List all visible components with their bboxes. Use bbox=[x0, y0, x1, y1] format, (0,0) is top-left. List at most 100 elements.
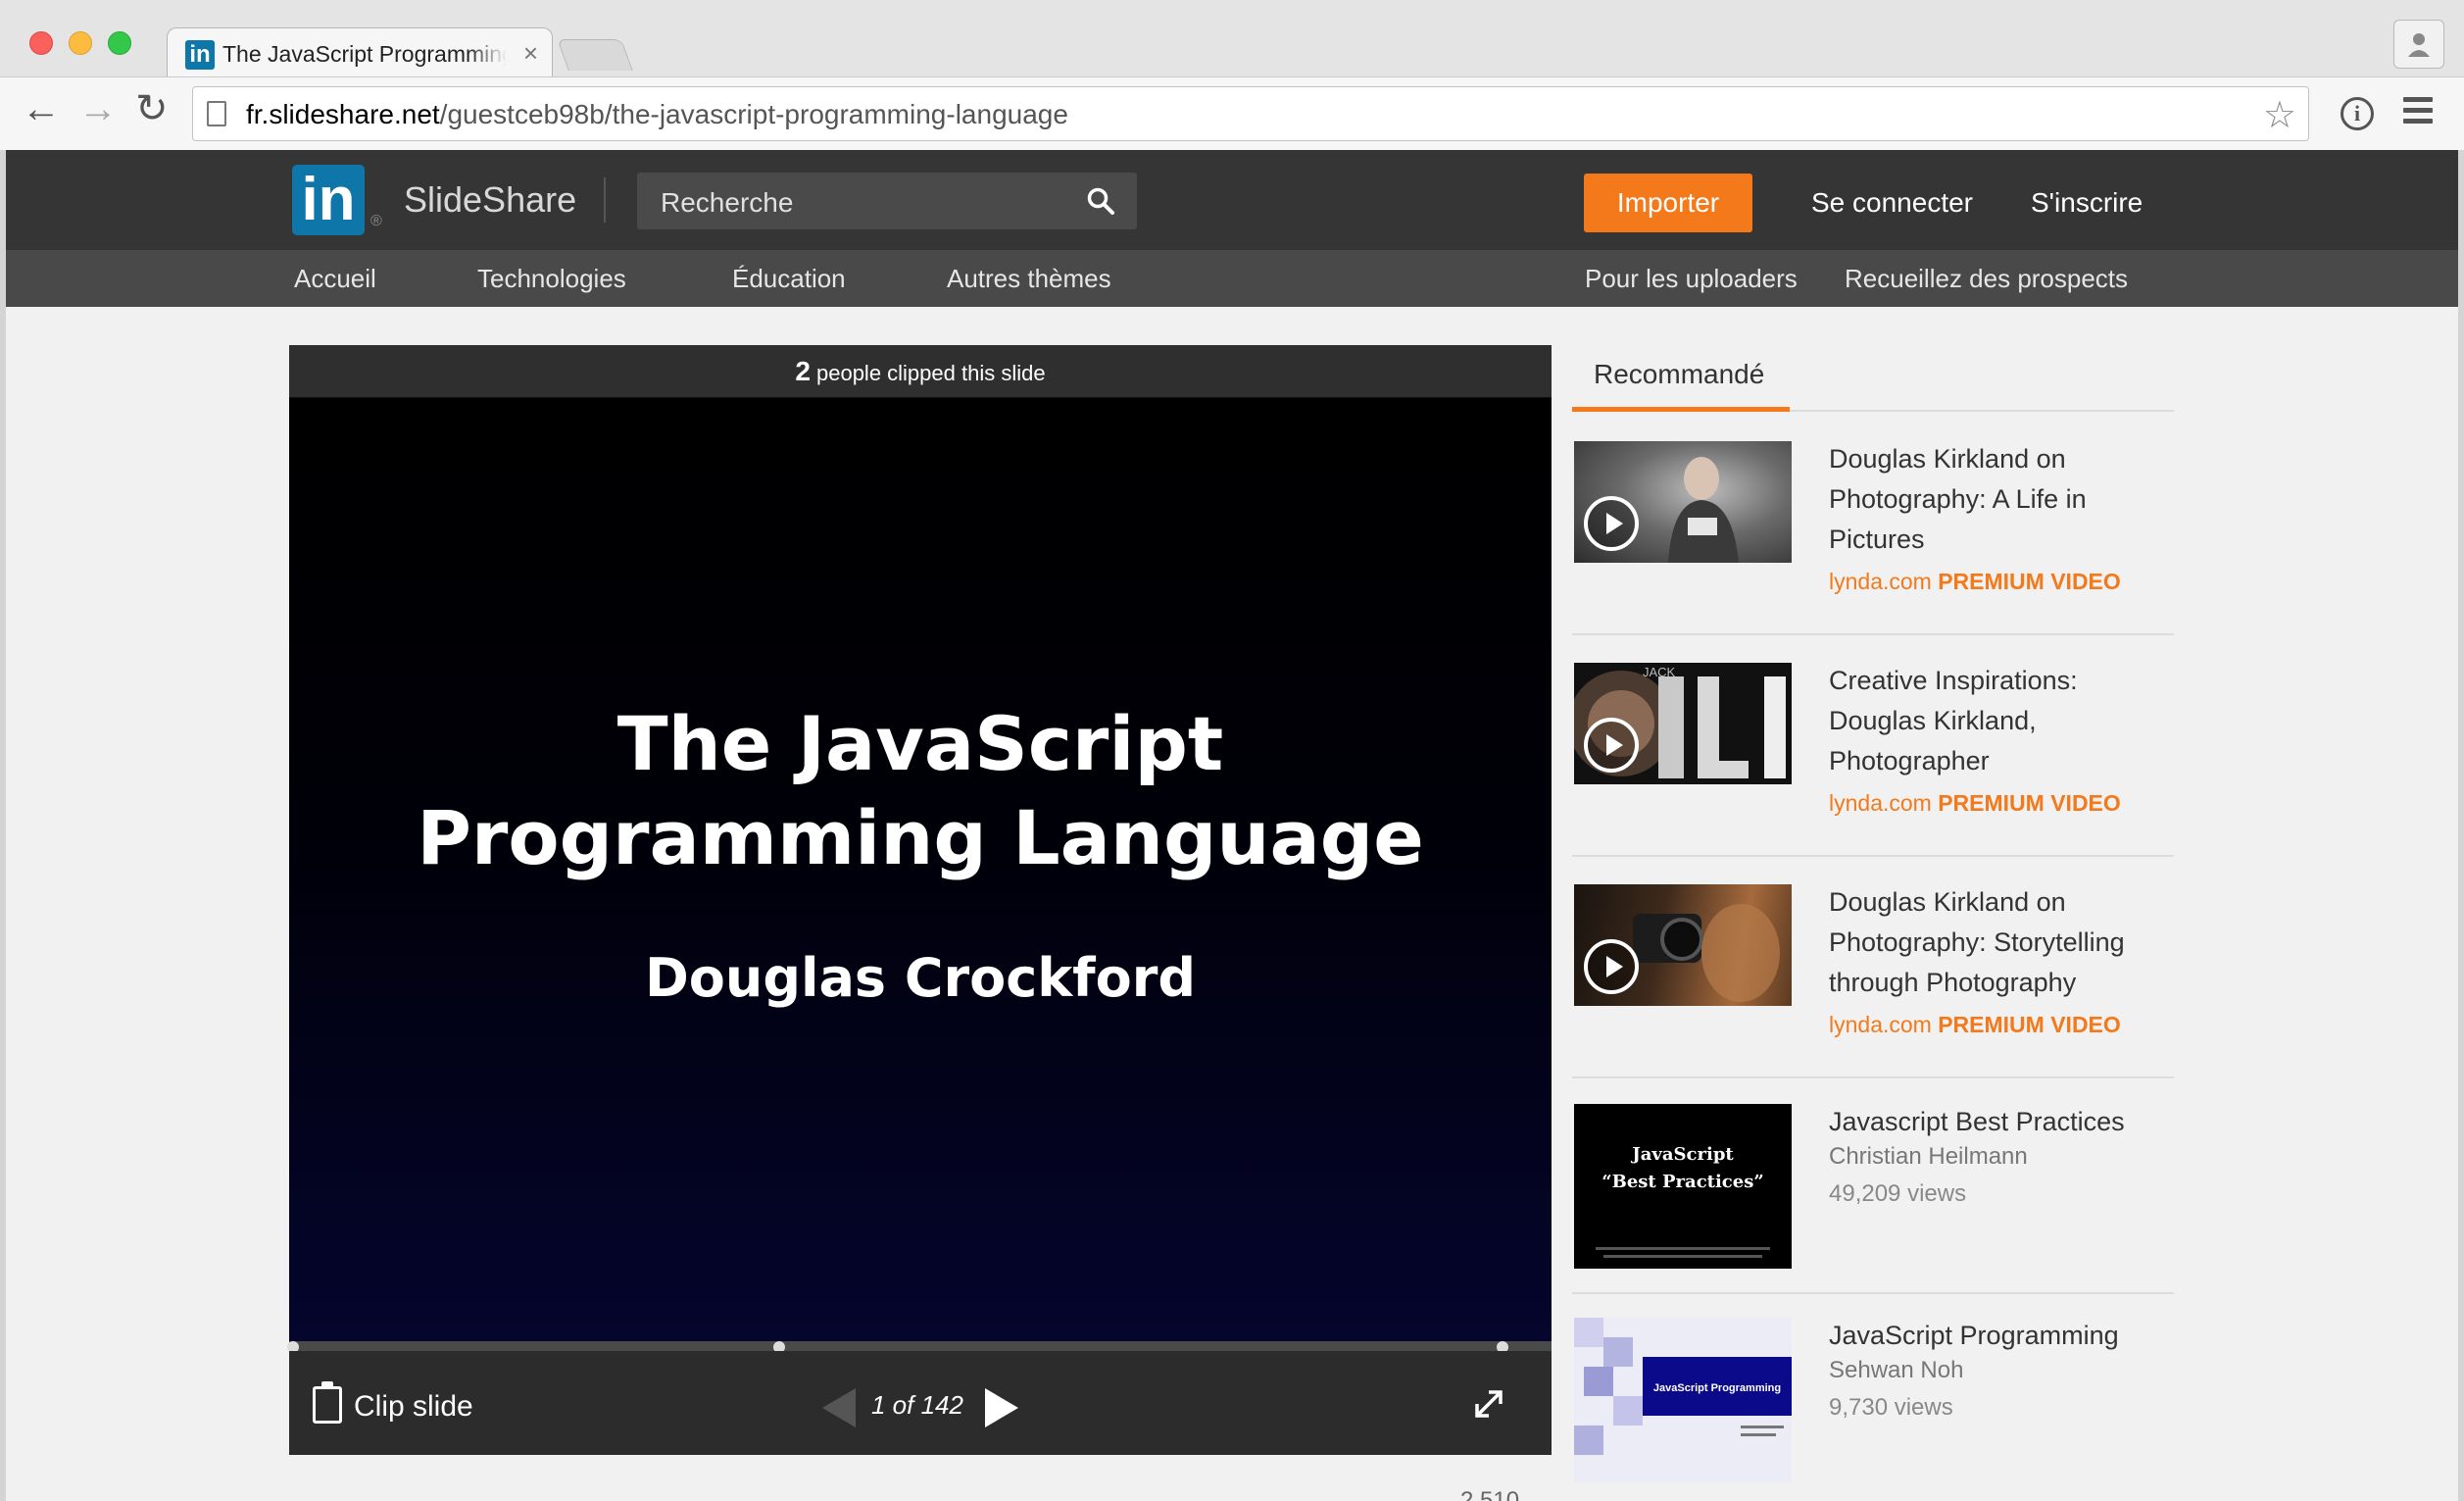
window-edge bbox=[2458, 150, 2464, 1501]
video-thumbnail[interactable] bbox=[1574, 441, 1792, 563]
nav-education[interactable]: Éducation bbox=[732, 264, 846, 294]
clipboard-icon bbox=[313, 1381, 342, 1425]
extension-info-icon[interactable]: i bbox=[2341, 97, 2374, 130]
bookmark-star-icon[interactable]: ☆ bbox=[2263, 93, 2296, 137]
search-input[interactable]: Recherche bbox=[637, 173, 1137, 229]
player-controls: Clip slide 1 of 142 bbox=[289, 1351, 1552, 1455]
thumbnail-text: JavaScript “Best Practices” bbox=[1574, 1141, 1792, 1196]
recommendation-item[interactable]: JavaScript Programming JavaScript Progra… bbox=[1572, 1316, 2174, 1488]
thumbnail-text: JavaScript Programming bbox=[1653, 1382, 1781, 1394]
nav-home[interactable]: Accueil bbox=[294, 264, 376, 294]
site-header: in ® SlideShare Recherche Importer Se co… bbox=[6, 150, 2458, 250]
recommendation-source[interactable]: lynda.com PREMIUM VIDEO bbox=[1829, 790, 2121, 817]
slide-title-line1: The JavaScript bbox=[616, 700, 1224, 787]
thumbnail-text: JACK bbox=[1643, 665, 1676, 679]
recommendation-views: 49,209 views bbox=[1829, 1180, 1967, 1207]
nav-other-topics[interactable]: Autres thèmes bbox=[947, 264, 1111, 294]
recommendation-item[interactable]: Douglas Kirkland on Photography: A Life … bbox=[1572, 439, 2174, 635]
play-icon[interactable] bbox=[1584, 496, 1639, 551]
category-nav: Accueil Technologies Éducation Autres th… bbox=[6, 250, 2458, 307]
play-icon[interactable] bbox=[1584, 939, 1639, 994]
url-path: /guestceb98b/the-javascript-programming-… bbox=[439, 99, 1068, 129]
slide-title: The JavaScript Programming Language bbox=[289, 697, 1552, 885]
forward-icon[interactable]: → bbox=[78, 89, 118, 128]
thumbnail-line: “Best Practices” bbox=[1602, 1172, 1764, 1192]
tab-close-icon[interactable]: × bbox=[523, 38, 538, 69]
previous-slide-icon[interactable] bbox=[822, 1388, 856, 1427]
page-icon bbox=[207, 101, 226, 126]
thumbnail-caption-line bbox=[1596, 1247, 1770, 1250]
tab-underline bbox=[1790, 410, 2174, 412]
minimize-window-button[interactable] bbox=[69, 31, 92, 55]
recommendation-title[interactable]: Creative Inspirations: Douglas Kirkland,… bbox=[1829, 661, 2174, 781]
slide-title-line2: Programming Language bbox=[417, 794, 1424, 881]
recommendation-source[interactable]: lynda.com PREMIUM VIDEO bbox=[1829, 569, 2121, 595]
source-brand: lynda.com bbox=[1829, 1012, 1932, 1037]
recommendation-author[interactable]: Christian Heilmann bbox=[1829, 1143, 2028, 1171]
maximize-window-button[interactable] bbox=[108, 31, 131, 55]
nav-technologies[interactable]: Technologies bbox=[477, 264, 626, 294]
back-icon[interactable]: ← bbox=[22, 89, 61, 128]
registered-mark: ® bbox=[370, 213, 382, 229]
next-slide-icon[interactable] bbox=[985, 1388, 1018, 1427]
recommendation-title[interactable]: Javascript Best Practices bbox=[1829, 1102, 2174, 1142]
video-thumbnail[interactable]: JACK bbox=[1574, 663, 1792, 784]
view-count-partial: 2,510 bbox=[1460, 1487, 1520, 1501]
divider bbox=[1572, 1076, 2174, 1078]
nav-collect-leads[interactable]: Recueillez des prospects bbox=[1845, 264, 2128, 294]
search-icon[interactable] bbox=[1086, 186, 1115, 216]
linkedin-favicon-icon: in bbox=[185, 40, 215, 70]
url-host: fr.slideshare.net bbox=[246, 99, 440, 129]
browser-chrome: in The JavaScript Programming Language ×… bbox=[0, 0, 2464, 150]
tab-title: The JavaScript Programming Language bbox=[222, 41, 507, 68]
source-brand: lynda.com bbox=[1829, 569, 1932, 594]
search-placeholder: Recherche bbox=[661, 187, 794, 218]
divider bbox=[1572, 855, 2174, 857]
premium-badge: PREMIUM VIDEO bbox=[1938, 1012, 2121, 1037]
tab-recommended-label: Recommandé bbox=[1594, 359, 1765, 389]
divider bbox=[1572, 1292, 2174, 1294]
browser-menu-icon[interactable] bbox=[2403, 97, 2433, 126]
url-text[interactable]: fr.slideshare.net/guestceb98b/the-javasc… bbox=[246, 99, 1068, 130]
close-window-button[interactable] bbox=[29, 31, 53, 55]
tab-recommended[interactable]: Recommandé bbox=[1572, 345, 1790, 412]
recommendation-source[interactable]: lynda.com PREMIUM VIDEO bbox=[1829, 1012, 2121, 1038]
logo-separator bbox=[604, 177, 606, 223]
recommendation-title[interactable]: Douglas Kirkland on Photography: A Life … bbox=[1829, 439, 2174, 560]
slide-author: Douglas Crockford bbox=[644, 947, 1197, 1009]
recommendation-title[interactable]: Douglas Kirkland on Photography: Storyte… bbox=[1829, 882, 2174, 1003]
slide-progress-bar[interactable] bbox=[287, 1341, 1552, 1353]
slideshow-thumbnail[interactable]: JavaScript Programming bbox=[1574, 1318, 1792, 1482]
recommendation-title[interactable]: JavaScript Programming bbox=[1829, 1316, 2174, 1356]
profile-icon[interactable] bbox=[2393, 20, 2444, 69]
new-tab-button[interactable] bbox=[557, 39, 633, 71]
browser-tab-active[interactable]: in The JavaScript Programming Language × bbox=[167, 27, 553, 76]
recommendation-item[interactable]: Douglas Kirkland on Photography: Storyte… bbox=[1572, 882, 2174, 1078]
nav-for-uploaders[interactable]: Pour les uploaders bbox=[1585, 264, 1798, 294]
premium-badge: PREMIUM VIDEO bbox=[1938, 790, 2121, 816]
login-link[interactable]: Se connecter bbox=[1811, 187, 1973, 219]
premium-badge: PREMIUM VIDEO bbox=[1938, 569, 2121, 594]
play-icon[interactable] bbox=[1584, 718, 1639, 773]
thumbnail-line: JavaScript bbox=[1632, 1144, 1734, 1165]
thumbnail-caption-line bbox=[1603, 1255, 1762, 1258]
browser-toolbar: ← → ↻ fr.slideshare.net/guestceb98b/the-… bbox=[0, 76, 2464, 150]
clip-banner-text: people clipped this slide bbox=[815, 361, 1046, 385]
slideshare-logo-text[interactable]: SlideShare bbox=[404, 179, 576, 221]
video-thumbnail[interactable] bbox=[1574, 884, 1792, 1006]
clip-banner: 2 people clipped this slide bbox=[289, 345, 1552, 398]
recommendation-item[interactable]: JavaScript “Best Practices” Javascript B… bbox=[1572, 1102, 2174, 1298]
recommendation-item[interactable]: JACK Creative Inspirations: Douglas Kirk… bbox=[1572, 661, 2174, 857]
slideshow-thumbnail[interactable]: JavaScript “Best Practices” bbox=[1574, 1104, 1792, 1269]
page-indicator: 1 of 142 bbox=[871, 1390, 963, 1420]
signup-link[interactable]: S'inscrire bbox=[2031, 187, 2143, 219]
address-bar[interactable]: fr.slideshare.net/guestceb98b/the-javasc… bbox=[192, 86, 2309, 141]
reload-icon[interactable]: ↻ bbox=[135, 89, 169, 128]
import-button[interactable]: Importer bbox=[1584, 174, 1752, 232]
clip-slide-button[interactable]: Clip slide bbox=[313, 1381, 473, 1429]
linkedin-logo-icon[interactable]: in bbox=[292, 165, 365, 235]
divider bbox=[1572, 633, 2174, 635]
recommendation-author[interactable]: Sehwan Noh bbox=[1829, 1357, 1963, 1384]
slide-view[interactable]: The JavaScript Programming Language Doug… bbox=[289, 398, 1552, 1345]
fullscreen-icon[interactable] bbox=[1471, 1386, 1506, 1422]
